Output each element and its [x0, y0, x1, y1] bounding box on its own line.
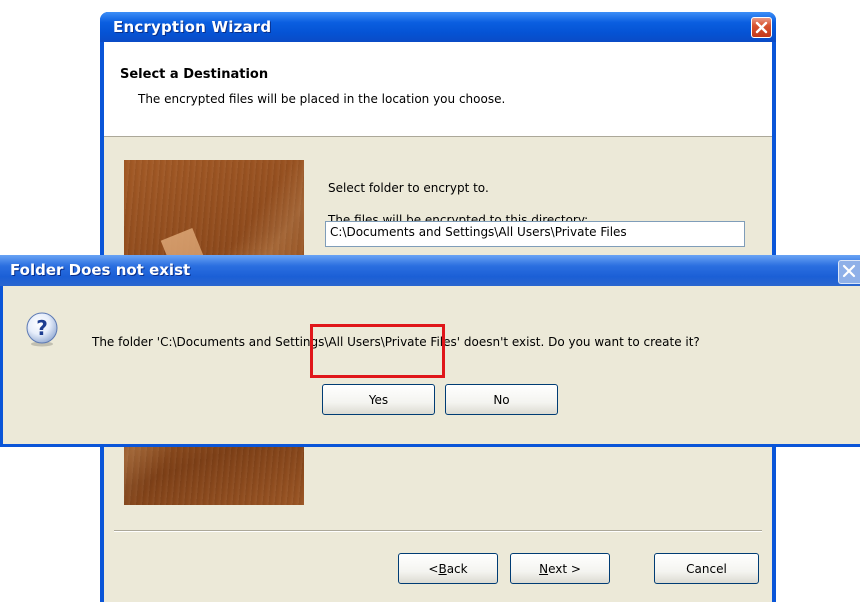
button-separator: [114, 530, 762, 532]
next-button[interactable]: Next >: [510, 553, 610, 584]
page-subtitle: The encrypted files will be placed in th…: [138, 92, 506, 106]
select-folder-label: Select folder to encrypt to.: [328, 181, 489, 195]
next-accel: N: [539, 561, 549, 576]
close-icon: [755, 21, 768, 34]
wizard-close-button[interactable]: [751, 17, 772, 38]
cancel-button[interactable]: Cancel: [654, 553, 759, 584]
no-button[interactable]: No: [445, 384, 558, 415]
wizard-header: Select a Destination The encrypted files…: [104, 42, 772, 137]
svg-text:?: ?: [36, 316, 48, 340]
dialog-close-button[interactable]: [838, 260, 860, 284]
yes-button[interactable]: Yes: [322, 384, 435, 415]
question-icon: ?: [26, 312, 58, 347]
back-prefix: <: [428, 561, 439, 576]
dialog-title: Folder Does not exist: [10, 261, 191, 279]
close-icon: [842, 264, 856, 278]
page-title: Select a Destination: [120, 67, 269, 82]
wizard-title-bar[interactable]: Encryption Wizard: [100, 12, 776, 42]
dialog-title-bar[interactable]: Folder Does not exist: [0, 255, 860, 286]
yes-highlight-box: [310, 324, 445, 378]
directory-input[interactable]: C:\Documents and Settings\All Users\Priv…: [325, 221, 745, 247]
next-rest: ext >: [548, 561, 581, 576]
back-accel: B: [438, 561, 447, 576]
back-rest: ack: [446, 561, 468, 576]
wizard-title: Encryption Wizard: [113, 18, 272, 36]
back-button[interactable]: < Back: [398, 553, 498, 584]
